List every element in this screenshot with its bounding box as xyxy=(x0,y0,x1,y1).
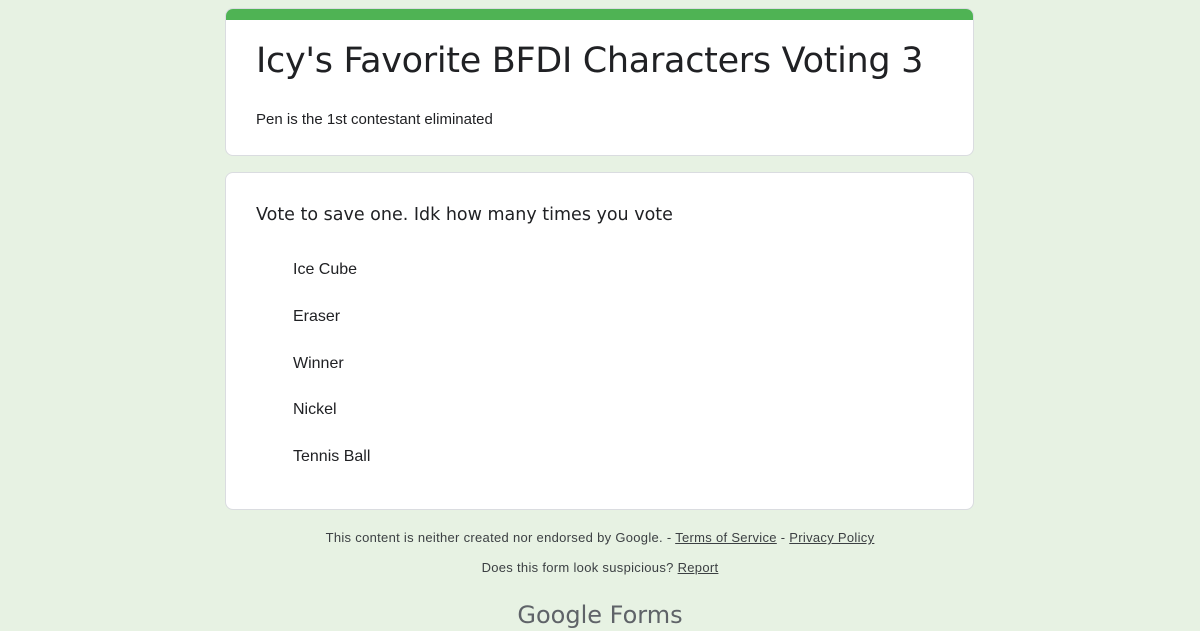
footer-report: Does this form look suspicious? Report xyxy=(0,559,1200,577)
question-card: Vote to save one. Idk how many times you… xyxy=(225,172,974,510)
disclaimer-text: This content is neither created nor endo… xyxy=(325,530,672,545)
question-title: Vote to save one. Idk how many times you… xyxy=(256,205,673,225)
terms-of-service-link[interactable]: Terms of Service xyxy=(675,530,777,545)
option-winner[interactable]: Winner xyxy=(293,351,344,377)
footer-disclaimer: This content is neither created nor endo… xyxy=(0,529,1200,547)
form-header-card: Icy's Favorite BFDI Characters Voting 3 … xyxy=(225,8,974,156)
brand-forms-text: Forms xyxy=(609,601,683,629)
accent-bar xyxy=(226,9,973,20)
form-title: Icy's Favorite BFDI Characters Voting 3 xyxy=(256,41,924,81)
option-ice-cube[interactable]: Ice Cube xyxy=(293,257,357,283)
form-page: Icy's Favorite BFDI Characters Voting 3 … xyxy=(0,0,1200,630)
option-tennis-ball[interactable]: Tennis Ball xyxy=(293,444,370,470)
suspicious-text: Does this form look suspicious? xyxy=(481,560,674,575)
option-eraser[interactable]: Eraser xyxy=(293,304,340,330)
google-forms-logo[interactable]: Google Forms xyxy=(0,599,1200,631)
option-nickel[interactable]: Nickel xyxy=(293,397,337,423)
report-link[interactable]: Report xyxy=(678,560,719,575)
brand-google-text: Google xyxy=(517,601,603,629)
form-description: Pen is the 1st contestant eliminated xyxy=(256,111,493,128)
footer-separator: - xyxy=(780,530,786,545)
privacy-policy-link[interactable]: Privacy Policy xyxy=(789,530,874,545)
